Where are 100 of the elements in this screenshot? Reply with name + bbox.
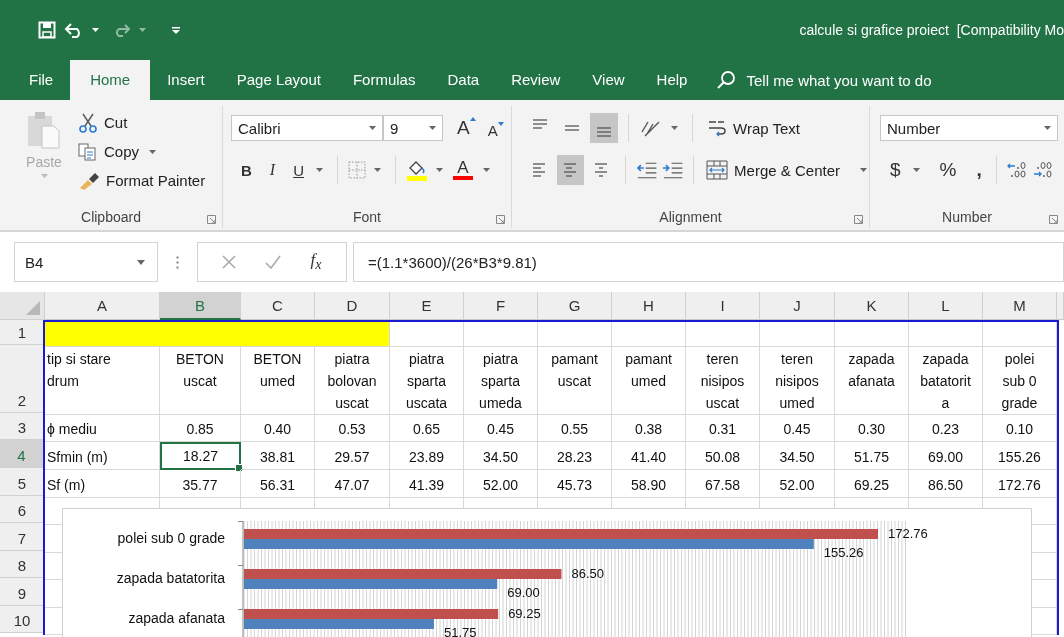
caret-icon[interactable] [139,28,146,32]
redo-icon[interactable] [113,23,131,37]
ribbon-tab[interactable]: View [577,60,640,100]
shrink-font-button[interactable]: A [483,119,508,141]
sheet-cell: zapada batatorit a [909,347,983,415]
center-align-button[interactable] [557,155,585,185]
row-header[interactable]: 3 [0,413,45,440]
column-header[interactable]: L [909,292,983,320]
caret-icon [40,174,48,178]
number-format-field[interactable]: Number [880,115,1058,141]
caret-icon[interactable] [671,126,678,130]
formula-field[interactable]: =(1.1*3600)/(26*B3*9.81) [353,242,1064,282]
sheet-cell: 45.73 [538,470,612,498]
search-field[interactable]: Tell me what you want to do [742,65,971,95]
row-header[interactable]: 10 [0,606,45,633]
caret-icon[interactable] [316,168,323,172]
sheet-cell: 172.76 [983,470,1057,498]
row-header[interactable]: 6 [0,496,45,523]
column-header[interactable]: H [612,292,686,320]
increase-indent-icon[interactable] [661,161,684,179]
column-header[interactable]: J [760,292,835,320]
caret-icon [137,259,145,265]
decrease-decimal-icon[interactable] [1032,161,1055,179]
sheet-cell: 29.57 [315,442,390,470]
ribbon-tab[interactable]: File [14,60,69,100]
increase-decimal-icon[interactable] [1006,161,1029,179]
italic-button[interactable]: I [265,159,280,181]
name-box[interactable]: B4 [14,242,158,282]
cancel-icon[interactable] [222,255,237,269]
group-label: Number [942,209,992,225]
column-header[interactable]: F [464,292,538,320]
grow-font-button[interactable]: A [453,115,480,141]
caret-icon[interactable] [483,168,490,172]
ribbon-tab[interactable]: Data [432,60,495,100]
sheet-cell: 0.10 [983,415,1057,442]
row-header[interactable]: 7 [0,523,45,551]
insert-function-button[interactable]: f$_{x}$ [310,250,322,274]
dialog-launcher-icon[interactable] [207,215,216,224]
underline-button[interactable]: U [289,159,308,181]
comma-style-button[interactable]: , [972,157,986,183]
column-header[interactable]: I [686,292,760,320]
sheet-cell: BETON umed [241,347,315,415]
column-header[interactable]: A [45,292,160,320]
ribbon-tab[interactable]: Page Layout [221,60,336,100]
row-header[interactable]: 2 [0,345,45,413]
category-label: zapada batatorita [116,570,225,586]
customize-toolbar-icon[interactable] [172,26,180,34]
sheet-cell: teren nisipos uscat [686,347,760,415]
decrease-indent-icon[interactable] [636,161,658,179]
ribbon-tab[interactable]: Help [641,60,703,100]
cut-button[interactable]: Cut [76,108,208,137]
copy-button[interactable]: Copy [76,137,208,166]
ribbon-tab[interactable]: Formulas [337,60,431,100]
sheet-cell: tip si stare drum [45,347,160,415]
caret-icon[interactable] [912,168,920,172]
sheet-cell: 67.58 [686,470,760,498]
column-header[interactable]: G [538,292,612,320]
column-header[interactable]: B [160,292,241,320]
row-header[interactable]: 5 [0,468,45,496]
dialog-launcher-icon[interactable] [854,215,863,224]
caret-icon[interactable] [374,168,381,172]
fill-color-icon[interactable] [406,159,428,181]
font-color-button[interactable]: A [451,160,475,180]
column-header[interactable]: E [390,292,464,320]
top-align-icon [532,119,548,129]
grip-icon[interactable] [176,255,179,269]
dialog-launcher-icon[interactable] [496,215,505,224]
ribbon-tab[interactable]: Insert [152,60,220,100]
row-header[interactable]: 9 [0,578,45,606]
save-icon[interactable] [38,21,56,39]
sheet-cell: 0.38 [612,415,686,442]
font-size-field[interactable]: 9 [383,115,443,141]
row-header[interactable]: 4 [0,440,45,468]
caret-icon[interactable] [92,28,99,32]
row-header[interactable]: 8 [0,551,45,578]
currency-button[interactable]: $ [886,157,905,183]
merge-center-button[interactable]: Merge & Center [704,155,869,185]
percent-button[interactable]: % [935,157,961,183]
bold-button[interactable]: B [237,159,256,181]
sheet-cell: 58.90 [612,470,686,498]
sheet-cell: teren nisipos umed [760,347,835,415]
bottom-align-button[interactable] [590,113,618,143]
ribbon-tab[interactable]: Review [496,60,576,100]
caret-icon[interactable] [436,168,443,172]
row-header[interactable]: 1 [0,320,45,345]
sheet-cell: 69.25 [835,470,909,498]
group-label: Clipboard [81,209,141,225]
format-painter-button[interactable]: Format Painter [76,166,208,195]
paintbrush-icon [78,171,100,190]
column-header[interactable]: D [315,292,390,320]
column-header[interactable]: M [983,292,1057,320]
caret-icon [860,168,867,172]
wrap-text-button[interactable]: Wrap Text [705,113,802,143]
font-name-field[interactable]: Calibri [231,115,383,141]
ribbon-tab[interactable]: Home [70,60,151,100]
dialog-launcher-icon[interactable] [1049,215,1058,224]
sheet-cell: 0.65 [390,415,464,442]
check-icon[interactable] [265,255,282,269]
column-header[interactable]: C [241,292,315,320]
column-header[interactable]: K [835,292,909,320]
